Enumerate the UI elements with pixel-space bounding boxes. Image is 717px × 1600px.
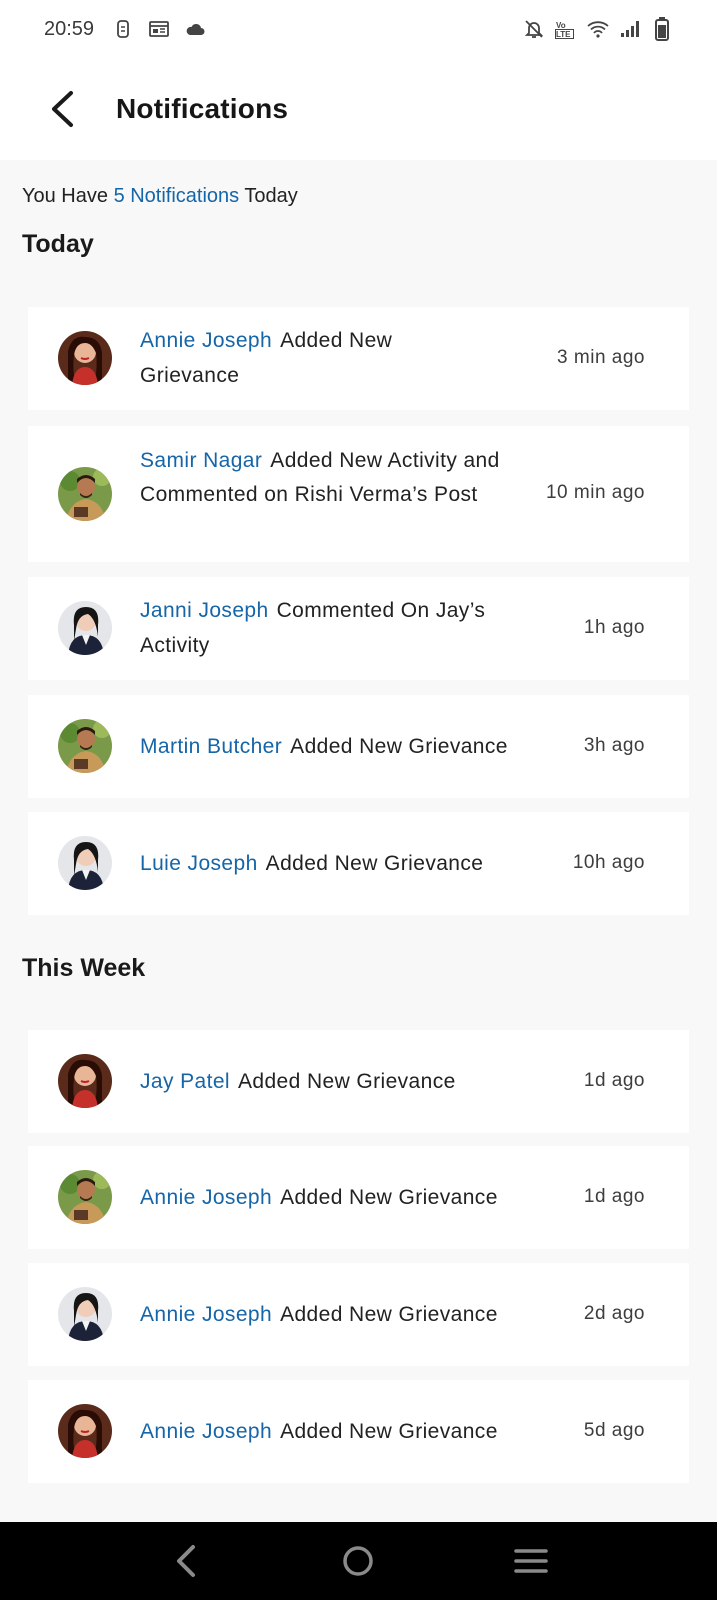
app-header: Notifications xyxy=(0,58,717,160)
notification-user[interactable]: Jay Patel xyxy=(140,1070,230,1093)
notification-action: Added New Grievance xyxy=(280,1303,498,1326)
summary-prefix: You Have xyxy=(22,185,114,207)
notification-text: Janni Joseph Commented On Jay’s Activity xyxy=(140,593,520,663)
notification-card[interactable]: Janni Joseph Commented On Jay’s Activity … xyxy=(28,577,689,680)
notification-time: 5d ago xyxy=(583,1420,645,1441)
svg-text:LTE: LTE xyxy=(556,30,571,39)
notification-user[interactable]: Luie Joseph xyxy=(140,852,258,875)
section-title-this-week: This Week xyxy=(22,954,146,982)
calendar-icon xyxy=(148,18,170,40)
back-arrow-icon xyxy=(52,91,73,127)
sim-icon xyxy=(112,18,134,40)
notification-card[interactable]: Jay Patel Added New Grievance 1d ago xyxy=(28,1030,689,1133)
volte-icon: Vo LTE xyxy=(555,18,577,40)
status-left: 20:59 xyxy=(44,18,206,41)
battery-icon xyxy=(651,17,673,41)
notification-time: 3 min ago xyxy=(557,347,645,368)
notification-user[interactable]: Annie Joseph xyxy=(140,1303,272,1326)
notification-user[interactable]: Samir Nagar xyxy=(140,449,262,472)
avatar xyxy=(58,836,112,890)
notifications-content[interactable]: You Have 5 Notifications Today Today Ann… xyxy=(0,160,717,1522)
avatar xyxy=(58,719,112,773)
notification-user[interactable]: Annie Joseph xyxy=(140,329,272,352)
notification-card[interactable]: Annie Joseph Added New Grievance 2d ago xyxy=(28,1263,689,1366)
notification-user[interactable]: Martin Butcher xyxy=(140,735,282,758)
notification-card[interactable]: Annie Joseph Added New Grievance 5d ago xyxy=(28,1380,689,1483)
notification-card[interactable]: Martin Butcher Added New Grievance 3h ago xyxy=(28,695,689,798)
notification-card[interactable]: Annie Joseph Added New Grievance 1d ago xyxy=(28,1146,689,1249)
avatar xyxy=(58,1054,112,1108)
notification-user[interactable]: Janni Joseph xyxy=(140,599,269,622)
signal-icon xyxy=(619,18,641,40)
notification-time: 3h ago xyxy=(583,735,645,756)
notification-time: 1d ago xyxy=(583,1186,645,1207)
notification-text: Annie Joseph Added New Grievance xyxy=(140,323,430,393)
bell-off-icon xyxy=(523,18,545,40)
notification-time: 2d ago xyxy=(583,1303,645,1324)
back-button[interactable] xyxy=(40,87,84,131)
notification-time: 1h ago xyxy=(583,617,645,638)
notification-text: Annie Joseph Added New Grievance xyxy=(140,1180,560,1215)
notification-action: Added New Grievance xyxy=(290,735,508,758)
avatar xyxy=(58,467,112,521)
notification-card[interactable]: Samir Nagar Added New Activity and Commen… xyxy=(28,426,689,562)
notification-time: 1d ago xyxy=(583,1070,645,1091)
avatar xyxy=(58,601,112,655)
page-title: Notifications xyxy=(116,93,289,124)
section-title-today: Today xyxy=(22,230,94,258)
notification-action: Added New Grievance xyxy=(265,852,484,875)
summary-suffix: Today xyxy=(239,185,298,207)
wifi-icon xyxy=(587,18,609,40)
notification-text: Jay Patel Added New Grievance xyxy=(140,1064,560,1099)
nav-home-button[interactable] xyxy=(336,1539,380,1583)
notification-user[interactable]: Annie Joseph xyxy=(140,1186,272,1209)
notification-user[interactable]: Annie Joseph xyxy=(140,1420,272,1443)
avatar xyxy=(58,1287,112,1341)
notification-text: Annie Joseph Added New Grievance xyxy=(140,1414,560,1449)
notification-summary: You Have 5 Notifications Today xyxy=(22,185,298,208)
notification-card[interactable]: Luie Joseph Added New Grievance 10h ago xyxy=(28,812,689,915)
notification-text: Martin Butcher Added New Grievance xyxy=(140,729,560,764)
notification-action: Added New Grievance xyxy=(237,1070,456,1093)
status-time: 20:59 xyxy=(44,17,95,40)
notification-card[interactable]: Annie Joseph Added New Grievance 3 min ag… xyxy=(28,307,689,410)
notification-action: Added New Grievance xyxy=(280,1420,498,1443)
system-nav-bar xyxy=(0,1522,717,1600)
notification-action: Added New Grievance xyxy=(280,1186,498,1209)
status-right: Vo LTE xyxy=(523,17,673,41)
svg-text:Vo: Vo xyxy=(556,21,566,30)
home-nav-icon xyxy=(343,1546,374,1576)
avatar xyxy=(58,1170,112,1224)
cloud-icon xyxy=(184,18,206,40)
avatar xyxy=(58,1404,112,1458)
summary-count: 5 Notifications xyxy=(113,185,240,207)
status-bar: 20:59 Vo LTE xyxy=(0,0,717,58)
notification-text: Samir Nagar Added New Activity and Commen… xyxy=(140,444,500,512)
notification-time: 10h ago xyxy=(572,852,645,873)
avatar xyxy=(58,331,112,385)
notification-text: Luie Joseph Added New Grievance xyxy=(140,846,560,881)
nav-back-button[interactable] xyxy=(164,1539,208,1583)
notification-text: Annie Joseph Added New Grievance xyxy=(140,1297,560,1332)
notification-time: 10 min ago xyxy=(545,482,645,503)
back-nav-icon xyxy=(177,1545,196,1577)
nav-menu-button[interactable] xyxy=(509,1539,553,1583)
menu-nav-icon xyxy=(514,1549,548,1573)
